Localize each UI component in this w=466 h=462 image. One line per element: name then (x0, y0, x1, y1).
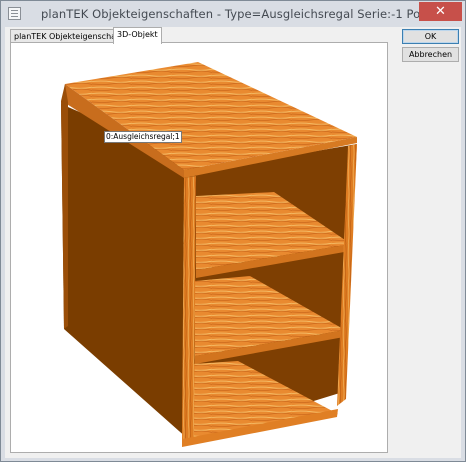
dialog-window: planTEK Objekteigenschaften - Type=Ausgl… (0, 0, 466, 462)
3d-viewport[interactable]: 0:Ausgleichsregal;1 (12, 44, 386, 451)
dialog-client-area: planTEK Objekteigenschaften 3D-Objekt 0:… (5, 27, 461, 458)
close-button[interactable]: ✕ (419, 2, 462, 21)
tab-3d-objekt[interactable]: 3D-Objekt (113, 27, 162, 44)
tab-panel-3d: 0:Ausgleichsregal;1 (10, 42, 388, 453)
cancel-button[interactable]: Abbrechen (402, 47, 459, 62)
window-title: planTEK Objekteigenschaften - Type=Ausgl… (41, 7, 444, 21)
shelf-3d-render (61, 62, 357, 447)
shelf-front-left-post (182, 176, 196, 440)
app-menu-icon[interactable] (8, 7, 21, 20)
title-bar[interactable]: planTEK Objekteigenschaften - Type=Ausgl… (1, 1, 465, 27)
ok-button[interactable]: OK (402, 29, 459, 44)
object-label-tag: 0:Ausgleichsregal;1 (104, 131, 182, 143)
close-icon: ✕ (435, 4, 446, 19)
